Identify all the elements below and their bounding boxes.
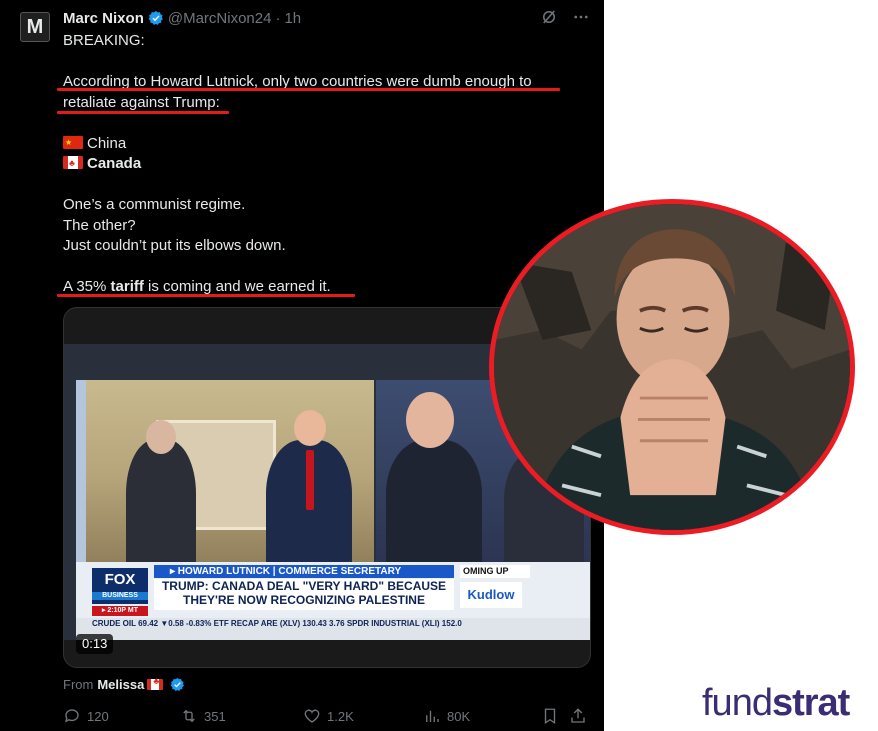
brand-logo: fundstrat <box>702 682 850 725</box>
red-underline-3 <box>57 294 355 297</box>
market-ticker: CRUDE OIL 69.42 ▼0.58 -0.83% ETF RECAP A… <box>76 618 590 640</box>
verified-badge-icon <box>171 677 185 691</box>
brand-logo-part-fund: fund <box>702 682 773 724</box>
bookmark-button[interactable] <box>541 707 559 725</box>
repost-count: 351 <box>204 708 226 724</box>
share-button[interactable] <box>569 707 587 725</box>
tweet-actions-bar: 120 351 1.2K 80K <box>63 707 591 727</box>
tweet-line-communist: One’s a communist regime. <box>63 196 246 213</box>
reply-button[interactable]: 120 <box>63 707 109 725</box>
author-handle[interactable]: @MarcNixon24 <box>168 10 272 27</box>
header-separator: · <box>275 9 281 27</box>
tweet-header: Marc Nixon @MarcNixon24 · 1h <box>63 8 301 28</box>
canada-flag-icon <box>63 153 83 174</box>
like-button[interactable]: 1.2K <box>303 707 354 725</box>
brand-logo-part-strat: strat <box>771 682 850 724</box>
guest-name-bar: ▸ HOWARD LUTNICK | COMMERCE SECRETARY <box>154 565 454 578</box>
bookmark-icon <box>544 708 556 725</box>
china-flag-icon <box>63 133 83 153</box>
author-avatar[interactable]: M <box>20 12 50 42</box>
broadcast-time-badge: ▸ 2:10P MT <box>92 606 148 616</box>
reply-icon <box>64 709 79 723</box>
network-logo: FOX BUSINESS <box>92 568 148 604</box>
tweet-age[interactable]: 1h <box>284 10 301 27</box>
like-count: 1.2K <box>327 708 354 724</box>
red-underline-2 <box>57 111 229 114</box>
tweet-line-retaliate: retaliate against Trump: <box>63 93 220 111</box>
tweet-top-actions <box>540 8 590 26</box>
tweet-line-other: The other? <box>63 216 136 234</box>
country-china: China <box>87 134 127 152</box>
share-icon <box>571 708 585 723</box>
tweet-line-breaking: BREAKING: <box>63 32 145 49</box>
video-scene-oval-office <box>76 380 374 574</box>
like-icon <box>304 709 320 723</box>
repost-icon <box>183 709 195 723</box>
video-elapsed-time: 0:13 <box>76 634 114 654</box>
tweet-text: BREAKING: According to Howard Lutnick, o… <box>63 31 583 298</box>
more-icon[interactable] <box>572 8 590 26</box>
reaction-photo-circle <box>489 199 855 535</box>
views-icon <box>426 710 439 722</box>
red-underline-1 <box>57 88 560 91</box>
show-logo: Kudlow <box>460 582 522 608</box>
from-label: From <box>63 677 94 692</box>
praying-man-image <box>494 204 850 530</box>
tweet-line-canada: Canada <box>63 153 583 175</box>
reply-count: 120 <box>87 708 109 724</box>
repost-button[interactable]: 351 <box>180 707 226 725</box>
verified-badge-icon <box>148 11 163 25</box>
news-headline: TRUMP: CANADA DEAL "VERY HARD" BECAUSE T… <box>154 579 454 610</box>
news-lower-third: FOX BUSINESS ▸ 2:10P MT ▸ HOWARD LUTNICK … <box>76 562 590 640</box>
grok-icon[interactable] <box>540 8 558 26</box>
author-display-name[interactable]: Marc Nixon <box>63 10 144 27</box>
views-button[interactable]: 80K <box>423 707 470 725</box>
tariff-text-a: A 35% <box>63 278 111 295</box>
view-count: 80K <box>447 708 471 724</box>
video-source: From Melissa <box>63 676 185 692</box>
coming-up-label: OMING UP <box>460 565 530 578</box>
canada-flag-icon <box>147 676 164 690</box>
country-canada: Canada <box>87 155 142 172</box>
tariff-text-c: is coming and we earned it. <box>143 278 331 295</box>
tweet-line-china: China <box>63 133 583 155</box>
source-name[interactable]: Melissa <box>97 677 144 692</box>
tariff-text-bold: tariff <box>110 278 144 295</box>
tweet-line-elbows: Just couldn’t put its elbows down. <box>63 237 286 254</box>
